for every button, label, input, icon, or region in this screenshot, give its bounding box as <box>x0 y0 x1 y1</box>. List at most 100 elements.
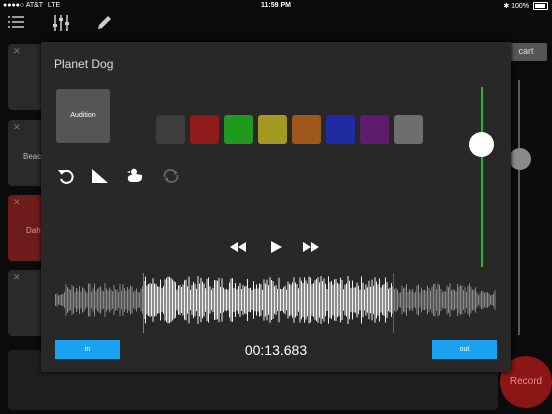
fade-icon[interactable] <box>91 167 109 185</box>
waveform-bar <box>361 276 362 324</box>
waveform-bar <box>296 284 298 316</box>
waveform-bar <box>325 283 326 317</box>
audition-button[interactable]: Audition <box>56 89 110 143</box>
color-swatch[interactable] <box>326 115 355 144</box>
undo-icon[interactable] <box>57 167 75 185</box>
waveform-bar <box>460 285 461 315</box>
waveform-bar <box>476 292 478 308</box>
waveform-bar <box>338 283 340 317</box>
waveform-bar <box>185 279 187 321</box>
waveform-bar <box>428 288 430 312</box>
waveform-bar <box>277 288 278 312</box>
waveform-bar <box>281 289 283 311</box>
fast-forward-icon[interactable] <box>302 241 320 253</box>
status-bar: ●●●●○ AT&T LTE 11:59 PM ✱ 100% <box>0 0 552 12</box>
waveform-bar <box>226 288 227 312</box>
waveform-bar <box>160 279 161 321</box>
color-swatch[interactable] <box>190 115 219 144</box>
waveform-bar <box>491 294 493 306</box>
waveform-bar <box>464 287 466 313</box>
volume-slider-knob[interactable] <box>469 132 494 157</box>
waveform-bar <box>262 289 263 311</box>
waveform-bar <box>451 290 452 310</box>
waveform-bar <box>188 276 190 324</box>
waveform-bar <box>82 287 83 313</box>
waveform-bar <box>403 288 404 312</box>
waveform-bar <box>293 277 295 323</box>
waveform-bar <box>91 291 92 309</box>
waveform-bar <box>130 285 131 315</box>
waveform-bar <box>230 278 232 322</box>
waveform-bar <box>274 286 275 314</box>
waveform-bar <box>212 287 214 313</box>
color-swatch[interactable] <box>292 115 321 144</box>
waveform-bar <box>71 285 73 315</box>
waveform-bar <box>424 289 425 311</box>
waveform-bar <box>473 289 475 311</box>
waveform-bar <box>331 280 332 320</box>
waveform-bar <box>58 295 59 305</box>
waveform-bar <box>181 286 182 314</box>
waveform-bar <box>448 287 449 313</box>
cart-button: cart <box>505 43 547 61</box>
waveform-bar <box>367 287 368 313</box>
waveform-bar <box>94 283 95 317</box>
waveform-bar <box>95 291 97 309</box>
clip-editor-dialog: Planet Dog Audition in 00:13.683 out <box>41 42 511 372</box>
waveform-bar <box>467 285 469 315</box>
waveform-bar <box>454 289 455 311</box>
waveform-bar <box>278 277 280 323</box>
mixer-icon[interactable] <box>52 14 70 32</box>
waveform-bar <box>340 277 341 323</box>
duck-icon[interactable] <box>126 167 144 185</box>
waveform-bar <box>229 282 230 318</box>
waveform-bar <box>175 282 176 318</box>
waveform-bar <box>332 284 334 316</box>
waveform-bar <box>200 277 202 323</box>
waveform-bar <box>398 292 400 308</box>
waveform-bar <box>434 283 436 317</box>
play-icon[interactable] <box>267 241 285 253</box>
waveform-bar <box>341 279 343 321</box>
list-icon[interactable] <box>7 14 25 32</box>
waveform-bar <box>68 288 70 312</box>
waveform-bar <box>307 283 308 317</box>
color-swatch[interactable] <box>394 115 423 144</box>
in-marker[interactable] <box>143 273 144 333</box>
waveform-bar <box>79 286 80 314</box>
loop-icon[interactable] <box>162 167 180 185</box>
color-swatch[interactable] <box>224 115 253 144</box>
set-out-button[interactable]: out <box>432 340 497 359</box>
waveform-bar <box>389 287 391 313</box>
volume-slider-track[interactable] <box>481 87 483 267</box>
color-swatch[interactable] <box>156 115 185 144</box>
waveform-bar <box>56 293 58 307</box>
color-swatch[interactable] <box>360 115 389 144</box>
waveform-bar <box>55 294 56 306</box>
out-marker[interactable] <box>393 273 394 333</box>
waveform-bar <box>187 286 188 314</box>
clock: 11:59 PM <box>261 2 291 9</box>
waveform-bar <box>263 279 265 321</box>
waveform-bar <box>316 278 317 322</box>
waveform-bar <box>155 283 157 317</box>
waveform-bar <box>412 289 413 311</box>
waveform[interactable] <box>55 268 497 332</box>
waveform-bar <box>112 291 113 309</box>
waveform-bar <box>196 288 197 312</box>
pencil-icon[interactable] <box>95 14 113 32</box>
waveform-bar <box>101 290 103 310</box>
waveform-bar <box>449 283 451 317</box>
waveform-bar <box>352 280 353 320</box>
waveform-bar <box>122 284 124 316</box>
waveform-bar <box>458 286 460 314</box>
waveform-bar <box>70 290 71 310</box>
color-swatch[interactable] <box>258 115 287 144</box>
waveform-bar <box>395 287 397 313</box>
waveform-bar <box>59 295 61 305</box>
rewind-icon[interactable] <box>229 241 247 253</box>
waveform-bar <box>83 288 85 312</box>
clip-title: Planet Dog <box>54 57 114 71</box>
waveform-bar <box>244 286 245 314</box>
waveform-bar <box>110 289 112 311</box>
